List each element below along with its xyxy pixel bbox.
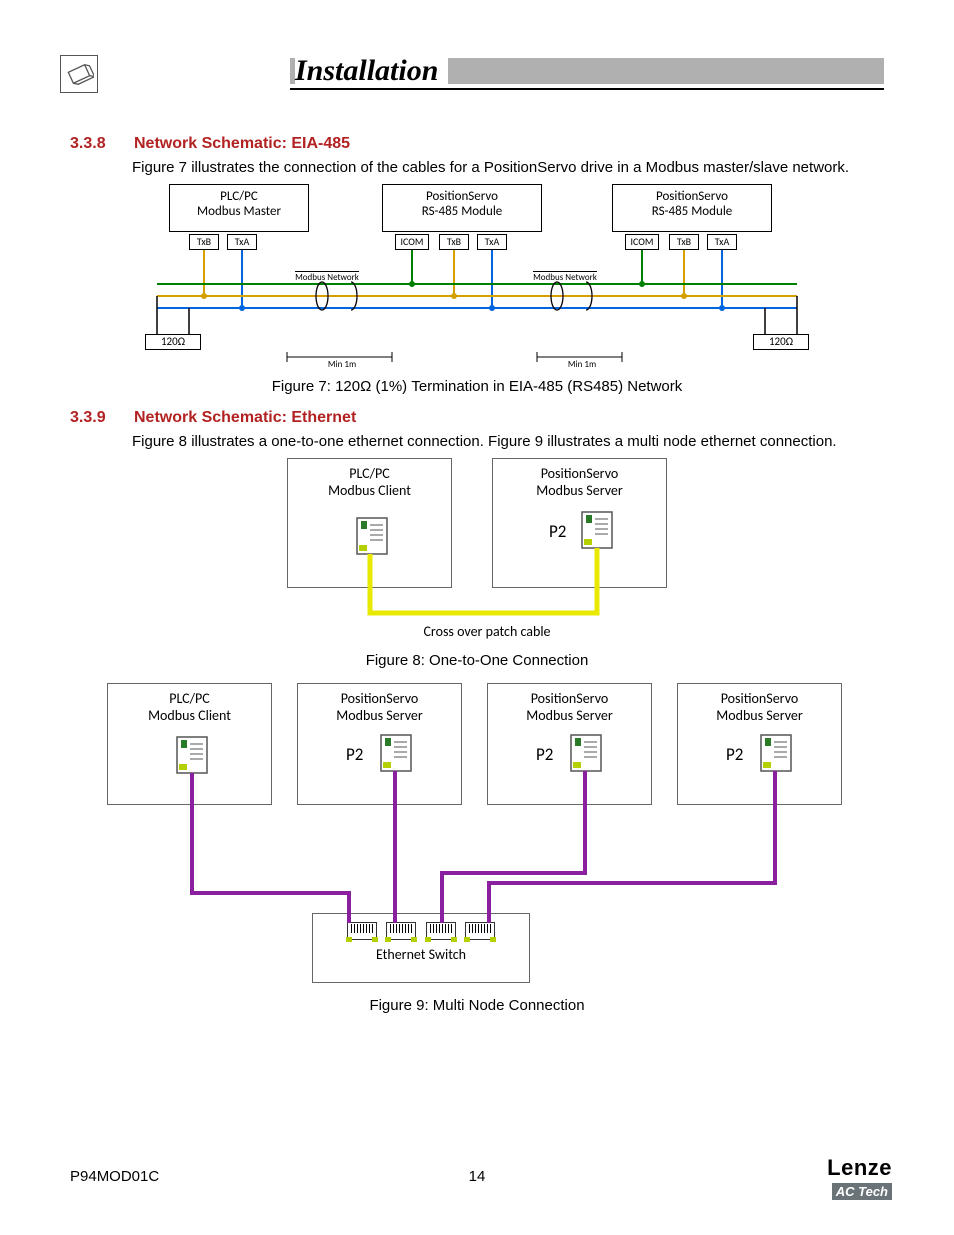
section-number-338: 3.3.8 — [70, 135, 118, 153]
title-underline — [290, 88, 884, 90]
chapter-title: Installation — [295, 54, 448, 88]
footer-page: 14 — [469, 1168, 486, 1185]
figure-9-caption: Figure 9: Multi Node Connection — [70, 997, 884, 1014]
fig7-min: Min 1m — [317, 359, 367, 370]
brand-sub: AC Tech — [832, 1183, 892, 1200]
section-title-339: Network Schematic: Ethernet — [134, 409, 356, 427]
fig7-term-left: 120Ω — [145, 334, 201, 350]
section-text-338: Figure 7 illustrates the connection of t… — [132, 159, 884, 176]
fig7-bus-label: Modbus Network — [295, 271, 359, 283]
doc-icon — [60, 55, 98, 93]
figure-8: PLC/PC Modbus Client PositionServo Modbu… — [267, 458, 687, 648]
figure-9: PLC/PCModbus Client PositionServoModbus … — [97, 683, 857, 993]
fig7-term-right: 120Ω — [753, 334, 809, 350]
figure-7: PLC/PC Modbus Master TxB TxA PositionSer… — [137, 184, 817, 374]
figure-8-caption: Figure 8: One-to-One Connection — [70, 652, 884, 669]
brand-name: Lenze — [827, 1155, 892, 1181]
fig7-bus-label: Modbus Network — [533, 271, 597, 283]
footer-doc: P94MOD01C — [70, 1168, 159, 1185]
section-number-339: 3.3.9 — [70, 409, 118, 427]
figure-7-caption: Figure 7: 120Ω (1%) Termination in EIA-4… — [70, 378, 884, 395]
fig8-cable-label: Cross over patch cable — [387, 623, 587, 640]
section-text-339: Figure 8 illustrates a one-to-one ethern… — [132, 433, 884, 450]
brand-logo: Lenze AC Tech — [827, 1155, 892, 1201]
fig7-min: Min 1m — [557, 359, 607, 370]
section-title-338: Network Schematic: EIA-485 — [134, 135, 350, 153]
